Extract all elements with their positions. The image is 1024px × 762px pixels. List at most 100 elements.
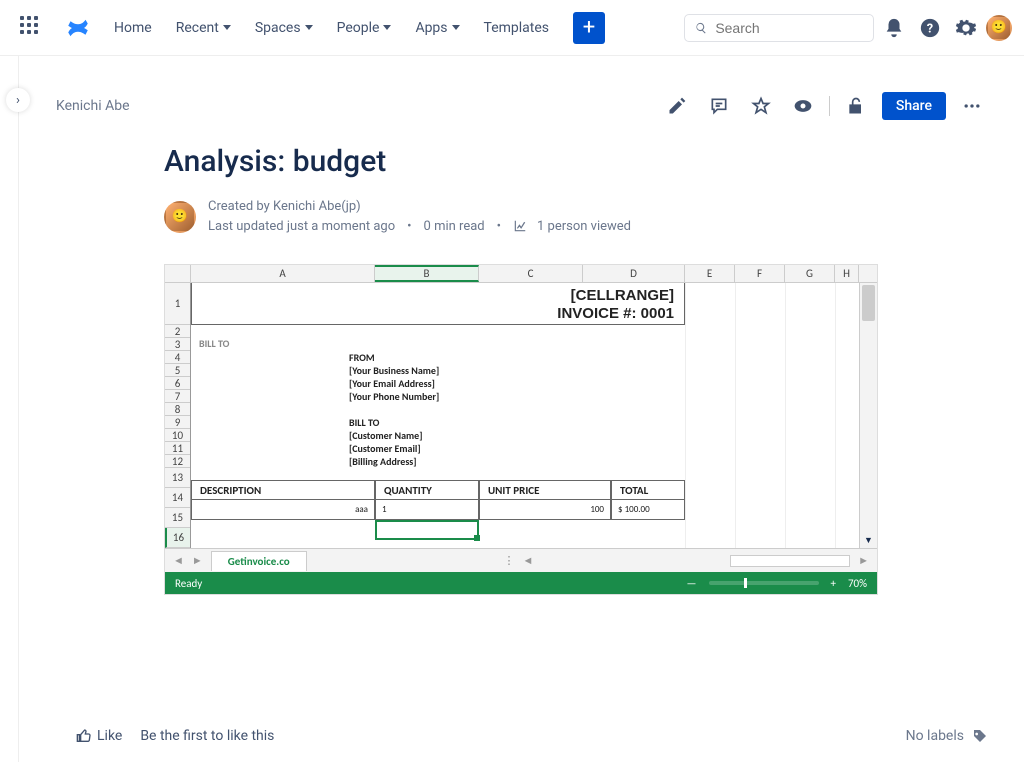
hscroll-right-icon[interactable]: ► <box>858 554 869 567</box>
nav-apps[interactable]: Apps <box>405 14 469 42</box>
row-header[interactable]: 3 <box>165 338 190 351</box>
create-button[interactable]: + <box>573 12 605 44</box>
col-header-c[interactable]: C <box>479 265 583 282</box>
col-header-b[interactable]: B <box>375 265 479 282</box>
row-header[interactable]: 13 <box>165 468 190 488</box>
search-icon <box>695 21 707 35</box>
row-header[interactable]: 10 <box>165 429 190 442</box>
th-total[interactable]: TOTAL <box>611 480 685 500</box>
nav-recent[interactable]: Recent <box>166 14 241 42</box>
row-header[interactable]: 5 <box>165 364 190 377</box>
invoice-header-cell[interactable]: [CELLRANGE] INVOICE #: 0001 <box>191 283 685 325</box>
cell-grid[interactable]: [CELLRANGE] INVOICE #: 0001 BILL TO FROM… <box>191 283 859 548</box>
th-quantity[interactable]: QUANTITY <box>375 480 479 500</box>
nav-recent-label: Recent <box>176 20 219 36</box>
separator-dot <box>405 217 413 237</box>
th-unit-price[interactable]: UNIT PRICE <box>479 480 611 500</box>
vertical-scrollbar[interactable]: ▼ <box>859 283 877 548</box>
like-button[interactable]: Like <box>76 728 122 744</box>
help-icon[interactable]: ? <box>914 12 946 44</box>
page-content: Kenichi Abe Share Analysis: budget 🙂 Cre… <box>20 56 1024 762</box>
scroll-down-icon[interactable]: ▼ <box>860 535 877 546</box>
cell-description[interactable]: aaa <box>191 500 375 520</box>
sidebar-divider <box>15 56 19 762</box>
breadcrumb[interactable]: Kenichi Abe <box>56 98 130 114</box>
author-avatar[interactable]: 🙂 <box>164 201 196 233</box>
row-header[interactable]: 1 <box>165 283 190 325</box>
invoice-header-line1: [CELLRANGE] <box>202 287 674 305</box>
label-icon[interactable] <box>972 728 988 744</box>
from-block: FROM [Your Business Name] [Your Email Ad… <box>349 351 439 468</box>
app-switcher-icon[interactable] <box>12 8 52 48</box>
created-by: Created by Kenichi Abe(jp) <box>208 197 631 217</box>
nav-templates[interactable]: Templates <box>474 14 560 42</box>
search-box[interactable] <box>684 14 874 42</box>
hscroll-left-icon[interactable]: ◄ <box>522 554 533 567</box>
col-header-g[interactable]: G <box>785 265 835 282</box>
zoom-slider[interactable] <box>709 581 819 585</box>
zoom-in-icon[interactable]: + <box>831 577 836 590</box>
selected-cell[interactable] <box>375 520 479 540</box>
chevron-down-icon <box>223 25 231 30</box>
row-header[interactable]: 8 <box>165 403 190 416</box>
row-header[interactable]: 16 <box>165 528 190 548</box>
nav-templates-label: Templates <box>484 20 550 36</box>
row-header[interactable]: 12 <box>165 455 190 468</box>
horizontal-scrollbar[interactable] <box>730 555 850 567</box>
sheet-tab[interactable]: Getinvoice.co <box>211 551 307 571</box>
notifications-icon[interactable] <box>878 12 910 44</box>
row-header[interactable]: 2 <box>165 325 190 338</box>
zoom-out-icon[interactable]: — <box>687 577 697 590</box>
row-header[interactable]: 7 <box>165 390 190 403</box>
watch-icon[interactable] <box>787 90 819 122</box>
star-icon[interactable] <box>745 90 777 122</box>
row-header[interactable]: 4 <box>165 351 190 364</box>
col-header-a[interactable]: A <box>191 265 375 282</box>
row-header[interactable]: 9 <box>165 416 190 429</box>
chevron-down-icon <box>452 25 460 30</box>
nav-home[interactable]: Home <box>104 14 162 42</box>
nav-people[interactable]: People <box>327 14 402 42</box>
more-actions-icon[interactable] <box>956 90 988 122</box>
views-count[interactable]: 1 person viewed <box>537 217 631 237</box>
nav-spaces-label: Spaces <box>255 20 301 36</box>
cell-total[interactable]: $ 100.00 <box>611 500 685 520</box>
profile-avatar[interactable]: 🙂 <box>986 15 1012 41</box>
col-header-d[interactable]: D <box>583 265 685 282</box>
cell-quantity[interactable]: 1 <box>375 500 479 520</box>
row-header[interactable]: 14 <box>165 488 190 508</box>
last-updated: Last updated just a moment ago <box>208 217 395 237</box>
row-header[interactable]: 6 <box>165 377 190 390</box>
comment-icon[interactable] <box>703 90 735 122</box>
column-headers: A B C D E F G H <box>165 265 877 283</box>
nav-spaces[interactable]: Spaces <box>245 14 323 42</box>
gridline <box>685 283 686 548</box>
tab-next-icon[interactable]: ► <box>192 554 203 567</box>
sheet-tab-bar: ◄ ► Getinvoice.co ⋮ ◄ ► <box>165 548 877 572</box>
col-header-f[interactable]: F <box>735 265 785 282</box>
restrictions-icon[interactable] <box>840 90 872 122</box>
zoom-thumb[interactable] <box>744 578 747 588</box>
col-header-h[interactable]: H <box>835 265 859 282</box>
gridline <box>835 283 836 548</box>
zoom-level[interactable]: 70% <box>848 577 867 590</box>
tab-prev-icon[interactable]: ◄ <box>173 554 184 567</box>
share-button[interactable]: Share <box>882 92 946 120</box>
scrollbar-thumb[interactable] <box>862 285 875 321</box>
edit-icon[interactable] <box>661 90 693 122</box>
nav-apps-label: Apps <box>415 20 447 36</box>
analytics-icon <box>513 219 527 233</box>
spreadsheet-embed[interactable]: A B C D E F G H 1 2 3 4 5 6 7 8 9 10 11 … <box>164 264 878 595</box>
settings-icon[interactable] <box>950 12 982 44</box>
row-header[interactable]: 11 <box>165 442 190 455</box>
row-header[interactable]: 15 <box>165 508 190 528</box>
svg-text:?: ? <box>927 21 933 36</box>
byline: 🙂 Created by Kenichi Abe(jp) Last update… <box>164 197 988 236</box>
confluence-logo-icon[interactable] <box>66 16 90 40</box>
top-nav: Home Recent Spaces People Apps Templates… <box>0 0 1024 56</box>
th-description[interactable]: DESCRIPTION <box>191 480 375 500</box>
col-header-e[interactable]: E <box>685 265 735 282</box>
cell-unit-price[interactable]: 100 <box>479 500 611 520</box>
select-all-corner[interactable] <box>165 265 191 282</box>
search-input[interactable] <box>715 20 863 36</box>
